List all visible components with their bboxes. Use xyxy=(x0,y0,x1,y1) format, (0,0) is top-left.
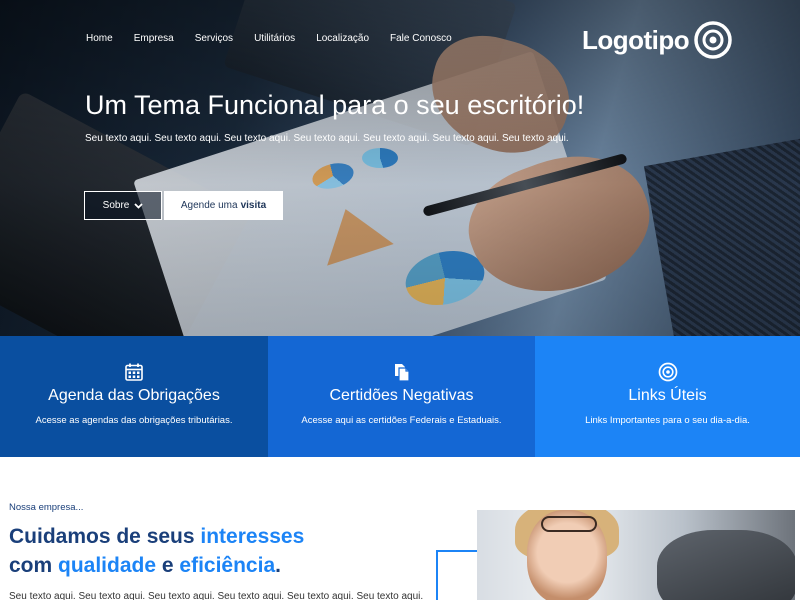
about-title-highlight: qualidade xyxy=(58,554,157,577)
chevron-down-icon xyxy=(134,202,143,209)
about-title-text: Cuidamos de seus xyxy=(9,525,201,548)
feature-links-uteis[interactable]: Links Úteis Links Importantes para o seu… xyxy=(535,336,800,457)
calendar-icon xyxy=(125,363,143,381)
feature-description: Links Importantes para o seu dia-a-dia. xyxy=(585,415,750,426)
about-title-text: e xyxy=(156,554,180,577)
target-icon xyxy=(694,21,732,59)
hero-subtitle: Seu texto aqui. Seu texto aqui. Seu text… xyxy=(85,133,569,144)
logo-text: Logotipo xyxy=(582,24,690,55)
nav-item-utilitarios[interactable]: Utilitários xyxy=(254,33,295,44)
logo[interactable]: Logotipo xyxy=(582,20,733,60)
nav-item-servicos[interactable]: Serviços xyxy=(195,33,233,44)
agende-button-label-bold: visita xyxy=(240,200,267,211)
hero-banner: Home Empresa Serviços Utilitários Locali… xyxy=(0,0,800,336)
sobre-dropdown-button[interactable]: Sobre xyxy=(84,191,162,220)
photo-person xyxy=(657,530,795,600)
feature-agenda-obrigacoes[interactable]: Agenda das Obrigações Acesse as agendas … xyxy=(0,336,268,457)
about-section: Nossa empresa... Cuidamos de seus intere… xyxy=(0,457,800,600)
about-title-text: com xyxy=(9,554,59,577)
about-title: Cuidamos de seus interesses com qualidad… xyxy=(9,522,304,580)
hero-title: Um Tema Funcional para o seu escritório! xyxy=(85,90,585,120)
documents-icon xyxy=(394,364,410,382)
about-title-highlight: interesses xyxy=(200,525,305,548)
nav-item-fale-conosco[interactable]: Fale Conosco xyxy=(390,33,452,44)
nav-item-home[interactable]: Home xyxy=(86,33,113,44)
nav-item-localizacao[interactable]: Localização xyxy=(316,33,369,44)
feature-title: Agenda das Obrigações xyxy=(48,387,220,404)
target-icon xyxy=(658,362,677,382)
nav-item-empresa[interactable]: Empresa xyxy=(134,33,174,44)
feature-title: Links Úteis xyxy=(628,387,707,404)
feature-boxes: Agenda das Obrigações Acesse as agendas … xyxy=(0,336,800,457)
sobre-button-label: Sobre xyxy=(102,200,130,211)
agende-visita-button[interactable]: Agende uma visita xyxy=(164,191,283,220)
about-text: Seu texto aqui. Seu texto aqui. Seu text… xyxy=(9,591,424,600)
section-kicker: Nossa empresa... xyxy=(9,502,84,513)
agende-button-label: Agende uma xyxy=(180,200,238,211)
about-photo xyxy=(477,510,795,600)
main-nav: Home Empresa Serviços Utilitários Locali… xyxy=(86,33,473,44)
feature-description: Acesse as agendas das obrigações tributá… xyxy=(35,415,233,426)
feature-certidoes-negativas[interactable]: Certidões Negativas Acesse aqui as certi… xyxy=(268,336,535,457)
about-title-text: . xyxy=(275,554,281,577)
about-title-highlight: eficiência xyxy=(179,554,276,577)
photo-person-glasses xyxy=(541,516,597,532)
feature-description: Acesse aqui as certidões Federais e Esta… xyxy=(301,415,502,426)
feature-title: Certidões Negativas xyxy=(329,387,474,404)
